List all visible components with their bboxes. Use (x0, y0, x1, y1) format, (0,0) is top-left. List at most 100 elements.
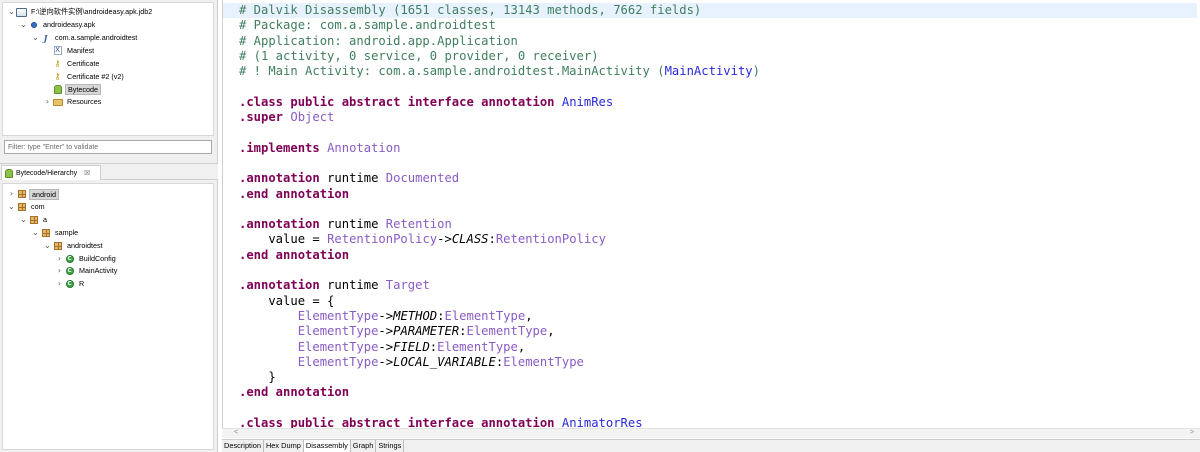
code-line[interactable] (223, 401, 1197, 416)
code-token: AnimatorRes (561, 416, 643, 428)
class-icon: C (64, 266, 75, 276)
chevron-right-icon[interactable]: › (7, 188, 16, 200)
code-line[interactable] (223, 125, 1197, 140)
code-line[interactable]: ElementType->METHOD:ElementType, (223, 309, 1197, 324)
code-token: -> (378, 324, 394, 339)
chevron-down-icon[interactable]: ⌄ (43, 240, 52, 252)
chevron-right-icon[interactable]: › (55, 265, 64, 277)
code-line[interactable] (223, 202, 1197, 217)
code-line[interactable]: # Dalvik Disassembly (1651 classes, 1314… (223, 3, 1197, 19)
code-line[interactable] (223, 156, 1197, 171)
chevron-right-icon[interactable]: › (43, 96, 52, 108)
code-token: runtime (327, 217, 386, 232)
horizontal-scrollbar[interactable]: < > (222, 428, 1200, 438)
tab-strings[interactable]: Strings (376, 440, 405, 452)
package-icon-shape (53, 241, 62, 250)
chevron-down-icon[interactable]: ⌄ (19, 19, 28, 31)
class-icon-shape: C (65, 254, 74, 263)
tab-label: Bytecode/Hierarchy (16, 169, 78, 177)
code-token: ElementType (466, 324, 548, 339)
tree-item-label: Bytecode (65, 83, 101, 95)
chevron-right-icon[interactable]: › (55, 278, 64, 290)
code-token: PARAMETER (393, 324, 460, 339)
code-line[interactable]: .end annotation (223, 385, 1197, 400)
code-line[interactable]: .annotation runtime Retention (223, 217, 1197, 232)
project-tree[interactable]: ⌄ F:\逆向软件实例\androideasy.apk.jdb2 ⌄ androide… (2, 2, 214, 136)
tree-item[interactable]: Bytecode (43, 83, 101, 95)
chevron-down-icon[interactable]: ⌄ (31, 32, 40, 44)
code-token: ElementType (297, 308, 379, 323)
scroll-left-icon[interactable]: < (234, 429, 238, 436)
code-line[interactable]: .end annotation (223, 248, 1197, 263)
close-icon[interactable]: ☒ (84, 169, 90, 177)
code-line[interactable]: ElementType->LOCAL_VARIABLE:ElementType (223, 355, 1197, 370)
code-line[interactable]: value = { (223, 294, 1197, 309)
code-line[interactable]: # Package: com.a.sample.androidtest (223, 18, 1197, 33)
code-view[interactable]: # Dalvik Disassembly (1651 classes, 1314… (223, 3, 1197, 428)
tree-item[interactable]: ⌄ F:\逆向软件实例\androideasy.apk.jdb2 (7, 6, 154, 18)
tree-item-label: BuildConfig (79, 253, 116, 263)
code-line[interactable]: .class public abstract interface annotat… (223, 95, 1197, 110)
hierarchy-tree[interactable]: › android ⌄ com ⌄ a ⌄ sample ⌄ androidtest › C Build… (2, 183, 214, 450)
tree-item-label: sample (55, 227, 79, 237)
tree-item[interactable]: › C R (55, 278, 86, 290)
package-icon-shape (17, 202, 26, 211)
class-icon: C (64, 254, 75, 264)
database-icon (16, 7, 27, 17)
chevron-right-icon[interactable]: › (55, 253, 64, 265)
tree-item[interactable]: › C MainActivity (55, 265, 119, 277)
tree-item[interactable]: ⌄ a (19, 214, 49, 226)
code-line[interactable]: .class public abstract interface annotat… (223, 416, 1197, 428)
code-line[interactable]: # (1 activity, 0 service, 0 provider, 0 … (223, 49, 1197, 64)
disassembly-editor[interactable]: # Dalvik Disassembly (1651 classes, 1314… (222, 0, 1200, 428)
tab-graph[interactable]: Graph (351, 440, 377, 452)
code-line[interactable]: .annotation runtime Target (223, 278, 1197, 293)
code-line[interactable]: .implements Annotation (223, 141, 1197, 156)
tab-disassembly[interactable]: Disassembly (303, 440, 351, 452)
code-line[interactable] (223, 79, 1197, 94)
code-token: -> (437, 232, 452, 247)
code-token: ElementType (437, 339, 518, 354)
code-line[interactable]: .annotation runtime Documented (223, 171, 1197, 186)
code-token: MainActivity (664, 64, 753, 79)
code-token: -> (378, 339, 394, 354)
tree-item[interactable]: › Resources (43, 96, 103, 108)
key-icon-shape: ⚷ (54, 58, 61, 68)
tab-description[interactable]: Description (222, 440, 264, 452)
tree-item[interactable]: ⚷ Certificate (43, 58, 101, 70)
filter-input[interactable]: Filter: type "Enter" to validate (4, 140, 212, 154)
tab-bytecode-hierarchy[interactable]: Bytecode/Hierarchy ☒ (1, 165, 101, 180)
chevron-down-icon[interactable]: ⌄ (31, 227, 40, 239)
tree-item[interactable]: ⚷ Certificate #2 (v2) (43, 71, 126, 83)
tree-item[interactable]: ⌄ sample (31, 227, 80, 239)
database-icon-shape (16, 7, 27, 17)
code-token: Annotation (327, 140, 401, 155)
code-line[interactable]: .super Object (223, 110, 1197, 125)
tree-item[interactable]: ⌄ androideasy.apk (19, 19, 97, 31)
code-line[interactable]: value = RetentionPolicy->CLASS:Retention… (223, 232, 1197, 247)
code-token: ElementType (297, 324, 379, 339)
code-line[interactable]: ElementType->FIELD:ElementType, (223, 340, 1197, 355)
code-line[interactable] (223, 263, 1197, 278)
tree-item[interactable]: ⌄ Jcom.a.sample.androidtest (31, 32, 139, 44)
code-token: ) (752, 64, 760, 79)
tab-hex-dump[interactable]: Hex Dump (264, 440, 304, 452)
code-line[interactable]: .end annotation (223, 187, 1197, 202)
code-token: RetentionPolicy (327, 232, 438, 247)
code-token: } (239, 370, 276, 385)
tree-item[interactable]: ⌄ com (7, 201, 47, 213)
tree-item[interactable]: ⌄ androidtest (43, 240, 105, 252)
tree-item[interactable]: X Manifest (43, 45, 96, 57)
tree-item[interactable]: › C BuildConfig (55, 253, 118, 265)
scroll-right-icon[interactable]: > (1190, 429, 1194, 436)
tree-item[interactable]: › android (7, 188, 59, 200)
chevron-down-icon[interactable]: ⌄ (7, 201, 16, 213)
chevron-down-icon[interactable]: ⌄ (19, 214, 28, 226)
code-line[interactable]: ElementType->PARAMETER:ElementType, (223, 324, 1197, 339)
code-line[interactable]: # Application: android.app.Application (223, 34, 1197, 49)
code-line[interactable]: # ! Main Activity: com.a.sample.androidt… (223, 64, 1197, 79)
chevron-down-icon[interactable]: ⌄ (7, 6, 16, 18)
code-line[interactable]: } (223, 370, 1197, 385)
